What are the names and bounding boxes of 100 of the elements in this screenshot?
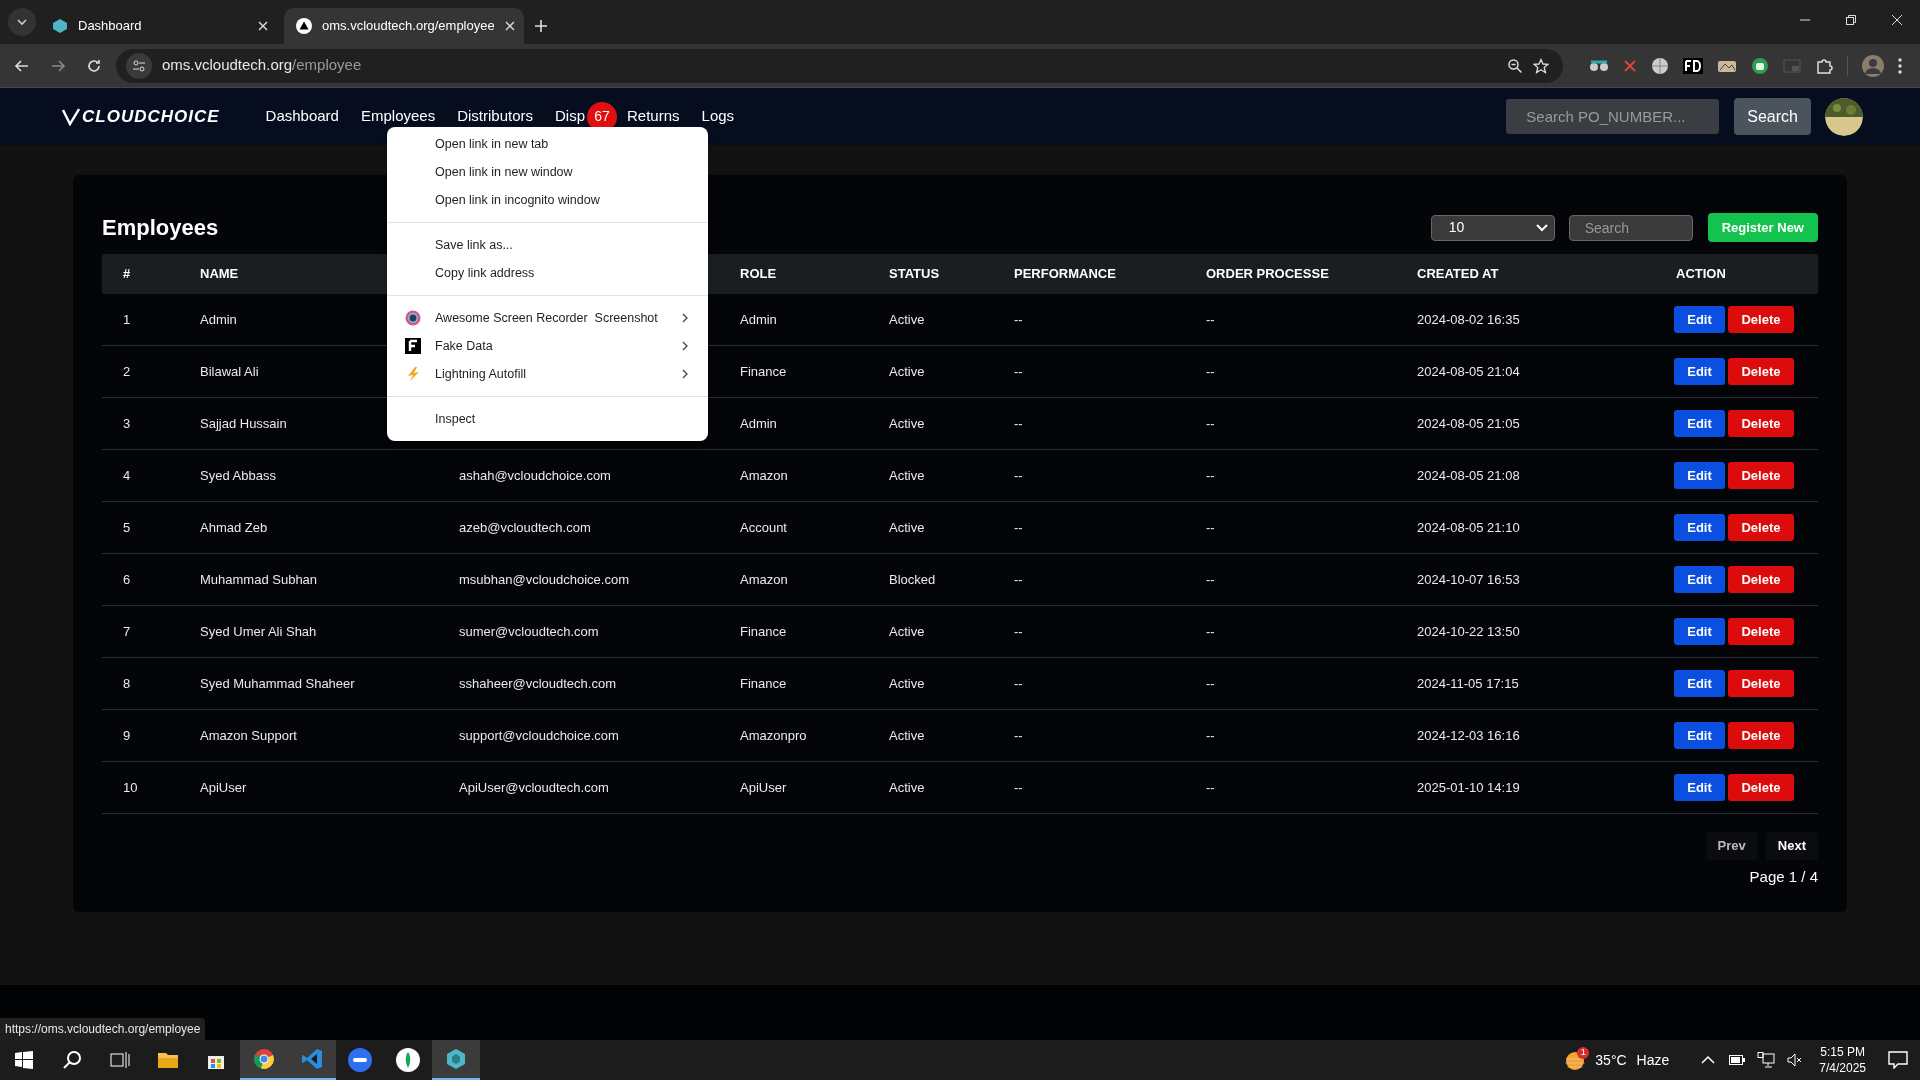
page-size-select[interactable]: 10 xyxy=(1430,214,1555,241)
cross-icon[interactable] xyxy=(1623,58,1637,73)
extension-icon xyxy=(405,338,421,354)
table-cell-text: Active xyxy=(889,310,925,329)
menu-item[interactable]: Awesome Screen Recorder Screenshot xyxy=(387,304,708,332)
network-icon[interactable] xyxy=(1757,1052,1776,1068)
edit-button[interactable]: Edit xyxy=(1674,514,1725,541)
menu-item[interactable]: Open link in incognito window xyxy=(387,186,708,214)
edit-button[interactable]: Edit xyxy=(1674,722,1725,749)
table-cell-text: -- xyxy=(1206,362,1215,381)
menu-item[interactable]: Fake Data xyxy=(387,332,708,360)
chevron-up-icon[interactable] xyxy=(1701,1055,1716,1065)
speaker-muted-icon[interactable] xyxy=(1787,1053,1804,1067)
table-cell-text: ApiUser xyxy=(740,778,787,797)
hexagon-icon xyxy=(52,18,68,34)
nav-link[interactable]: Logs xyxy=(701,105,735,128)
globe-icon[interactable] xyxy=(1651,56,1669,75)
table-cell-text: 1 xyxy=(123,310,131,329)
record-icon xyxy=(405,310,421,326)
edit-button[interactable]: Edit xyxy=(1674,670,1725,697)
nav-link[interactable]: Dashboard xyxy=(265,105,339,128)
browser-tab[interactable]: oms.vcloudtech.org/employee xyxy=(284,8,524,44)
table-cell-text: azeb@vcloudtech.com xyxy=(459,518,591,537)
close-icon[interactable] xyxy=(504,21,515,31)
po-search-field[interactable]: Search PO_NUMBER... xyxy=(1506,99,1720,134)
logo-icon xyxy=(62,107,80,126)
forward-icon[interactable] xyxy=(50,57,66,74)
table-cell-text: Admin xyxy=(740,310,777,329)
clock[interactable]: 5:15 PM 7/4/2025 xyxy=(1819,1044,1866,1076)
menu-item[interactable]: Lightning Autofill xyxy=(387,360,708,388)
delete-button[interactable]: Delete xyxy=(1728,462,1794,489)
menu-item[interactable]: Save link as... xyxy=(387,231,708,259)
more-icon[interactable] xyxy=(1898,57,1902,74)
delete-button[interactable]: Delete xyxy=(1728,774,1794,801)
column-header: ACTION xyxy=(1676,265,1726,284)
column-header: STATUS xyxy=(889,265,940,284)
search-button[interactable]: Search xyxy=(1734,98,1811,135)
delete-button[interactable]: Delete xyxy=(1728,514,1794,541)
nav-link[interactable]: Disp xyxy=(555,105,586,128)
prev-button[interactable]: Prev xyxy=(1705,832,1758,860)
table-cell-text: 2024-10-07 16:53 xyxy=(1417,570,1520,589)
edit-button[interactable]: Edit xyxy=(1674,410,1725,437)
edit-button[interactable]: Edit xyxy=(1674,566,1725,593)
delete-button[interactable]: Delete xyxy=(1728,306,1794,333)
table-cell-text: -- xyxy=(1014,778,1023,797)
profile-avatar[interactable] xyxy=(1862,54,1884,77)
menu-item[interactable]: Copy link address xyxy=(387,259,708,287)
battery-icon[interactable] xyxy=(1729,1055,1746,1065)
browser-tab[interactable]: Dashboard xyxy=(40,8,280,44)
delete-button[interactable]: Delete xyxy=(1728,618,1794,645)
nav-link[interactable]: Distributors xyxy=(457,105,533,128)
next-button[interactable]: Next xyxy=(1765,832,1818,860)
menu-item[interactable]: Open link in new window xyxy=(387,158,708,186)
table-cell-text: 7 xyxy=(123,622,131,641)
table-cell-text: ApiUser@vcloudtech.com xyxy=(459,778,609,797)
delete-button[interactable]: Delete xyxy=(1728,410,1794,437)
nav-link[interactable]: Employees xyxy=(360,105,436,128)
new-tab-icon[interactable] xyxy=(534,19,548,33)
table-cell-text: -- xyxy=(1014,518,1023,537)
table-cell-text: 8 xyxy=(123,674,131,693)
robot-icon[interactable] xyxy=(1751,56,1769,75)
close-icon[interactable] xyxy=(258,21,268,31)
chevron-down-icon xyxy=(1535,223,1548,232)
back-icon[interactable] xyxy=(14,57,30,74)
star-icon[interactable] xyxy=(1533,57,1549,74)
table-cell-text: Amazon xyxy=(740,466,788,485)
zoom-out-icon[interactable] xyxy=(1507,57,1523,74)
address-bar[interactable]: oms.vcloudtech.org/employee xyxy=(116,48,1563,83)
table-cell-text: -- xyxy=(1014,310,1023,329)
table-cell-text: ashah@vcloudchoice.com xyxy=(459,466,611,485)
delete-button[interactable]: Delete xyxy=(1728,566,1794,593)
column-header: NAME xyxy=(200,265,239,284)
delete-button[interactable]: Delete xyxy=(1728,722,1794,749)
column-header: CREATED AT xyxy=(1417,265,1499,284)
edit-button[interactable]: Edit xyxy=(1674,306,1725,333)
edit-button[interactable]: Edit xyxy=(1674,358,1725,385)
nav-link[interactable]: Returns xyxy=(627,105,680,128)
table-cell-text: Syed Abbass xyxy=(200,466,276,485)
menu-item[interactable]: Open link in new tab xyxy=(387,130,708,158)
extensions-icon[interactable] xyxy=(1815,56,1833,75)
column-header: ORDER PROCESSE xyxy=(1206,265,1329,284)
notifications-icon[interactable] xyxy=(1888,1051,1908,1069)
edit-button[interactable]: Edit xyxy=(1674,618,1725,645)
table-cell-text: 2024-10-22 13:50 xyxy=(1417,622,1520,641)
tab-search-button[interactable] xyxy=(8,8,36,36)
edit-button[interactable]: Edit xyxy=(1674,462,1725,489)
delete-button[interactable]: Delete xyxy=(1728,358,1794,385)
site-settings-icon[interactable] xyxy=(126,52,152,79)
code-editor-icon[interactable] xyxy=(288,1040,336,1080)
table-cell-text: -- xyxy=(1206,518,1215,537)
chrome-icon[interactable] xyxy=(240,1040,288,1080)
user-avatar[interactable] xyxy=(1825,97,1863,136)
column-header: # xyxy=(122,265,131,284)
table-search-field[interactable]: Search xyxy=(1568,214,1693,241)
table-cell-text: Finance xyxy=(740,674,787,693)
delete-button[interactable]: Delete xyxy=(1728,670,1794,697)
menu-item[interactable]: Inspect xyxy=(387,405,708,433)
extension-icon[interactable] xyxy=(1683,57,1703,74)
edit-button[interactable]: Edit xyxy=(1674,774,1725,801)
reload-icon[interactable] xyxy=(86,57,102,74)
